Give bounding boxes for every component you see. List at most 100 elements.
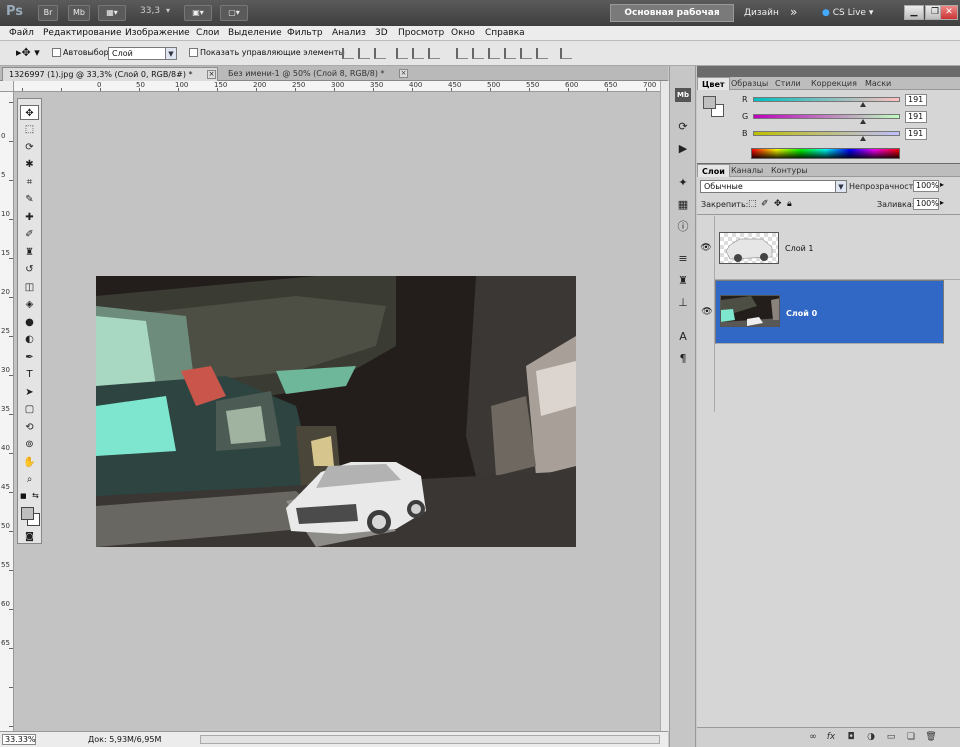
- view-extras-button[interactable]: ▦▾: [98, 5, 126, 21]
- tab-channels[interactable]: Каналы: [727, 164, 767, 177]
- layer-0-name[interactable]: Слой 0: [786, 309, 817, 319]
- close-tab-icon[interactable]: ×: [399, 69, 408, 78]
- more-workspaces-button[interactable]: »: [790, 5, 797, 19]
- menu-file[interactable]: Файл: [9, 27, 34, 39]
- zoom-level-value[interactable]: 33,3: [140, 6, 160, 16]
- lock-position-icon[interactable]: ✥: [774, 199, 782, 209]
- align-vertical-center-icon[interactable]: [358, 48, 370, 59]
- layer-style-icon[interactable]: fx: [825, 731, 837, 743]
- show-transform-controls-checkbox[interactable]: [189, 48, 198, 57]
- histogram-panel-icon[interactable]: ▦: [675, 198, 691, 212]
- menu-edit[interactable]: Редактирование: [43, 27, 122, 39]
- type-tool-icon[interactable]: T: [20, 367, 39, 382]
- zoom-tool-icon[interactable]: ⌕: [20, 472, 39, 487]
- actions-panel-icon[interactable]: ▶: [675, 142, 691, 156]
- lock-all-icon[interactable]: 🔒︎: [787, 199, 792, 209]
- blue-channel-value[interactable]: 191: [905, 128, 927, 140]
- red-channel-value[interactable]: 191: [905, 94, 927, 106]
- tab-document-2[interactable]: Без имени-1 @ 50% (Слой 8, RGB/8) * ×: [222, 67, 412, 81]
- bridge-button[interactable]: Br: [38, 5, 58, 21]
- red-channel-slider[interactable]: [753, 97, 900, 102]
- menu-filter[interactable]: Фильтр: [287, 27, 323, 39]
- quick-selection-tool-icon[interactable]: ✱: [20, 157, 39, 172]
- opacity-flyout-icon[interactable]: ▸: [940, 180, 944, 189]
- tab-styles[interactable]: Стили: [771, 77, 805, 90]
- autoselect-target-select[interactable]: Слой ▼: [108, 47, 177, 60]
- paragraph-panel-icon[interactable]: ¶: [675, 352, 691, 366]
- menu-view[interactable]: Просмотр: [398, 27, 444, 39]
- distribute-vcenter-icon[interactable]: [472, 48, 484, 59]
- color-panel-header[interactable]: [697, 66, 960, 77]
- brush-tool-icon[interactable]: ✐: [20, 227, 39, 242]
- vertical-scrollbar[interactable]: [660, 81, 669, 731]
- shape-tool-icon[interactable]: ▢: [20, 402, 39, 417]
- add-mask-icon[interactable]: ◘: [845, 731, 857, 743]
- info-panel-icon[interactable]: ⓘ: [675, 220, 691, 234]
- document-image-canvas[interactable]: [96, 276, 576, 547]
- menu-layers[interactable]: Слои: [196, 27, 219, 39]
- navigator-panel-icon[interactable]: ✦: [675, 176, 691, 190]
- 3d-orbit-tool-icon[interactable]: ⊚: [20, 437, 39, 452]
- vertical-ruler[interactable]: 0 5 10 15 20 25 30 35 40 45 50 55 60 65: [0, 92, 14, 731]
- tab-layers[interactable]: Слои: [697, 164, 730, 177]
- swap-colors-icon[interactable]: ⇆: [32, 491, 39, 500]
- layer-row-layer-0[interactable]: Слой 0: [715, 280, 944, 344]
- lock-pixels-icon[interactable]: ✐: [761, 199, 769, 209]
- distribute-top-icon[interactable]: [456, 48, 468, 59]
- history-panel-icon[interactable]: ⟳: [675, 120, 691, 134]
- blend-mode-select[interactable]: Обычные ▼: [700, 180, 847, 193]
- fill-value[interactable]: 100%: [913, 198, 939, 210]
- lasso-tool-icon[interactable]: ⟳: [20, 140, 39, 155]
- adjustment-layer-icon[interactable]: ◑: [865, 731, 877, 743]
- layer-row-layer-1[interactable]: 👁︎ Слой 1: [700, 216, 960, 280]
- tab-swatches[interactable]: Образцы: [727, 77, 772, 90]
- workspace-design-button[interactable]: Дизайн: [744, 5, 779, 21]
- arrange-documents-button[interactable]: ▣▾: [184, 5, 212, 21]
- history-brush-tool-icon[interactable]: ↺: [20, 262, 39, 277]
- menu-help[interactable]: Справка: [485, 27, 525, 39]
- document-size-info[interactable]: Док: 5,93M/6,95M: [88, 735, 161, 745]
- ruler-origin[interactable]: [0, 81, 14, 92]
- paint-bucket-tool-icon[interactable]: ◈: [20, 297, 39, 312]
- 3d-rotate-tool-icon[interactable]: ⟲: [20, 420, 39, 435]
- eraser-tool-icon[interactable]: ◫: [20, 280, 39, 295]
- auto-align-layers-icon[interactable]: [560, 48, 572, 59]
- green-channel-value[interactable]: 191: [905, 111, 927, 123]
- move-tool-icon[interactable]: ✥: [20, 105, 39, 120]
- autoselect-checkbox[interactable]: [52, 48, 61, 57]
- horizontal-ruler[interactable]: 0 50 100 150 200 250 300 350 400 450 500…: [14, 81, 660, 92]
- workspace-essentials-button[interactable]: Основная рабочая среда: [610, 4, 734, 34]
- brush-presets-panel-icon[interactable]: ≡: [675, 252, 691, 266]
- menu-select[interactable]: Выделение: [228, 27, 282, 39]
- align-bottom-icon[interactable]: [374, 48, 386, 59]
- zoom-dropdown-icon[interactable]: ▾: [166, 6, 170, 15]
- path-selection-tool-icon[interactable]: ➤: [20, 385, 39, 400]
- opacity-value[interactable]: 100%: [913, 180, 939, 192]
- clone-source-panel-icon[interactable]: ♜: [675, 274, 691, 288]
- move-tool-preset-icon[interactable]: ▸✥ ▾: [16, 46, 40, 59]
- crop-tool-icon[interactable]: ⌗: [20, 175, 39, 190]
- tab-document-1[interactable]: 1326997 (1).jpg @ 33,3% (Слой 0, RGB/8#)…: [2, 67, 218, 81]
- blur-tool-icon[interactable]: ●: [20, 315, 39, 330]
- new-group-icon[interactable]: ▭: [885, 731, 897, 743]
- delete-layer-icon[interactable]: 🗑︎: [925, 731, 937, 743]
- marquee-tool-icon[interactable]: ⬚: [20, 122, 39, 137]
- foreground-color-swatch[interactable]: [21, 507, 34, 520]
- align-left-icon[interactable]: [396, 48, 408, 59]
- dodge-tool-icon[interactable]: ◐: [20, 332, 39, 347]
- close-button[interactable]: ✕: [940, 5, 958, 20]
- minimize-button[interactable]: ▁: [904, 5, 924, 20]
- eyedropper-tool-icon[interactable]: ✎: [20, 192, 39, 207]
- healing-brush-tool-icon[interactable]: ✚: [20, 210, 39, 225]
- tool-presets-panel-icon[interactable]: ⊥: [675, 296, 691, 310]
- hand-tool-icon[interactable]: ✋: [20, 455, 39, 470]
- menu-image[interactable]: Изображение: [125, 27, 190, 39]
- screen-mode-button[interactable]: ▢▾: [220, 5, 248, 21]
- status-zoom-field[interactable]: 33.33%: [2, 734, 36, 745]
- color-spectrum-ramp[interactable]: [751, 148, 900, 159]
- fill-flyout-icon[interactable]: ▸: [940, 198, 944, 207]
- layer-1-name[interactable]: Слой 1: [785, 244, 813, 254]
- distribute-bottom-icon[interactable]: [488, 48, 500, 59]
- cs-live-button[interactable]: ● CS Live ▾: [822, 5, 873, 21]
- align-right-icon[interactable]: [428, 48, 440, 59]
